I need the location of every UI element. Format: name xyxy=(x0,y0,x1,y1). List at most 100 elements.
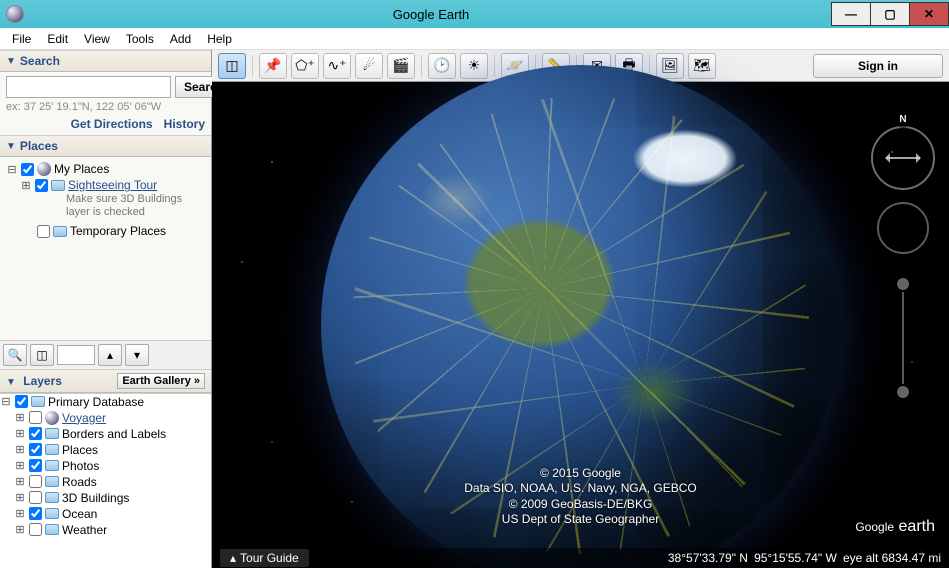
collapse-icon: ▼ xyxy=(6,377,16,388)
expand-icon[interactable]: ⊞ xyxy=(14,427,26,440)
layer-row: ⊞ Ocean xyxy=(0,506,211,522)
zoom-in-button[interactable] xyxy=(897,278,909,290)
earth-gallery-button[interactable]: Earth Gallery » xyxy=(117,373,205,389)
image-overlay-button[interactable]: ☄ xyxy=(355,53,383,79)
expand-icon[interactable]: ⊞ xyxy=(14,523,26,536)
status-lat: 38°57'33.79" N xyxy=(668,551,748,565)
menu-file[interactable]: File xyxy=(4,30,39,48)
layer-checkbox[interactable] xyxy=(29,427,42,440)
layer-checkbox[interactable] xyxy=(29,443,42,456)
history-link[interactable]: History xyxy=(164,117,205,131)
layer-checkbox[interactable] xyxy=(29,523,42,536)
history-button[interactable]: 🕑 xyxy=(428,53,456,79)
search-hint: ex: 37 25' 19.1"N, 122 05' 06"W xyxy=(6,101,205,113)
expand-icon[interactable]: ⊟ xyxy=(6,163,18,176)
globe-icon xyxy=(45,411,59,425)
layer-checkbox[interactable] xyxy=(29,475,42,488)
layer-label: Ocean xyxy=(62,507,97,521)
opacity-input[interactable] xyxy=(57,345,95,365)
menu-add[interactable]: Add xyxy=(162,30,199,48)
temp-places-label: Temporary Places xyxy=(70,224,166,238)
layer-checkbox[interactable] xyxy=(15,395,28,408)
compass-control[interactable]: N xyxy=(871,126,935,190)
places-panel-header[interactable]: ▼ Places xyxy=(0,135,211,157)
sidebar-toggle-button[interactable]: ◫ xyxy=(218,53,246,79)
menu-help[interactable]: Help xyxy=(199,30,240,48)
folder-icon xyxy=(51,180,65,191)
sightseeing-note2: layer is checked xyxy=(6,206,205,219)
db-icon xyxy=(31,396,45,407)
view-maps-button[interactable]: 🗺 xyxy=(688,53,716,79)
expand-icon[interactable]: ⊞ xyxy=(14,491,26,504)
road-icon xyxy=(45,476,59,487)
myplaces-checkbox[interactable] xyxy=(21,163,34,176)
expand-icon[interactable]: ⊞ xyxy=(14,459,26,472)
maximize-button[interactable]: ▢ xyxy=(870,2,910,26)
layer-label[interactable]: Voyager xyxy=(62,411,106,425)
status-lon: 95°15'55.74" W xyxy=(754,551,837,565)
layer-row: ⊞ Voyager xyxy=(0,410,211,426)
attribution-text: © 2015 Google Data SIO, NOAA, U.S. Navy,… xyxy=(464,466,697,528)
layer-checkbox[interactable] xyxy=(29,491,42,504)
menu-view[interactable]: View xyxy=(76,30,118,48)
layer-row: ⊞ Weather xyxy=(0,522,211,538)
search-panel-header[interactable]: ▼ Search xyxy=(0,50,211,72)
zoom-control[interactable] xyxy=(897,278,909,398)
sightseeing-link[interactable]: Sightseeing Tour xyxy=(68,178,157,192)
layer-label: 3D Buildings xyxy=(62,491,129,505)
building-icon xyxy=(45,492,59,503)
expand-icon[interactable]: ⊞ xyxy=(14,475,26,488)
expand-icon[interactable]: ⊞ xyxy=(14,411,26,424)
pan-control[interactable] xyxy=(877,202,929,254)
layer-label: Borders and Labels xyxy=(62,427,166,441)
expand-icon[interactable]: ⊞ xyxy=(14,507,26,520)
layer-checkbox[interactable] xyxy=(29,459,42,472)
path-button[interactable]: ∿⁺ xyxy=(323,53,351,79)
temporary-checkbox[interactable] xyxy=(37,225,50,238)
layer-label: Roads xyxy=(62,475,97,489)
search-header-label: Search xyxy=(20,54,60,68)
expand-icon[interactable]: ⊞ xyxy=(20,179,32,192)
close-button[interactable]: ✕ xyxy=(909,2,949,26)
toggle-panel-button[interactable]: ◫ xyxy=(30,344,54,366)
layer-label: Weather xyxy=(62,523,107,537)
menu-tools[interactable]: Tools xyxy=(118,30,162,48)
sightseeing-checkbox[interactable] xyxy=(35,179,48,192)
zoom-out-button[interactable] xyxy=(897,386,909,398)
layers-panel-header[interactable]: ▼ Layers Earth Gallery » xyxy=(0,369,211,393)
map-viewport[interactable]: ◫ 📌 ⬠⁺ ∿⁺ ☄ 🎬 🕑 ☀ 🪐 📏 ✉ 🖶 🖼 🗺 Sign in xyxy=(212,50,949,568)
minimize-button[interactable]: — xyxy=(831,2,871,26)
menu-edit[interactable]: Edit xyxy=(39,30,76,48)
layer-checkbox[interactable] xyxy=(29,411,42,424)
sightseeing-note: Make sure 3D Buildings xyxy=(6,193,205,206)
sunlight-button[interactable]: ☀ xyxy=(460,53,488,79)
expand-icon[interactable]: ⊞ xyxy=(14,443,26,456)
flag-icon xyxy=(45,428,59,439)
save-image-button[interactable]: 🖼 xyxy=(656,53,684,79)
layer-label: Photos xyxy=(62,459,99,473)
expand-icon[interactable]: ⊟ xyxy=(0,395,12,408)
weather-icon xyxy=(45,524,59,535)
move-down-button[interactable]: ▾ xyxy=(125,344,149,366)
layer-row: ⊞ Borders and Labels xyxy=(0,426,211,442)
get-directions-link[interactable]: Get Directions xyxy=(71,117,153,131)
my-places-label: My Places xyxy=(54,162,109,176)
collapse-icon: ▼ xyxy=(6,56,16,67)
tour-guide-button[interactable]: ▴ Tour Guide xyxy=(220,549,309,567)
ocean-icon xyxy=(45,508,59,519)
north-indicator[interactable]: N xyxy=(896,114,910,128)
layer-row: ⊞ 3D Buildings xyxy=(0,490,211,506)
signin-button[interactable]: Sign in xyxy=(813,54,943,78)
record-tour-button[interactable]: 🎬 xyxy=(387,53,415,79)
search-input[interactable] xyxy=(6,76,171,98)
zoom-slider[interactable] xyxy=(902,292,904,384)
polygon-button[interactable]: ⬠⁺ xyxy=(291,53,319,79)
move-up-button[interactable]: ▴ xyxy=(98,344,122,366)
layer-checkbox[interactable] xyxy=(29,507,42,520)
globe-render[interactable]: N © 2015 Google Data SIO, NOAA, U.S. Nav… xyxy=(212,82,949,568)
globe-icon xyxy=(37,162,51,176)
search-places-button[interactable]: 🔍 xyxy=(3,344,27,366)
layer-row: ⊞ Roads xyxy=(0,474,211,490)
placemark-button[interactable]: 📌 xyxy=(259,53,287,79)
layer-label: Places xyxy=(62,443,98,457)
